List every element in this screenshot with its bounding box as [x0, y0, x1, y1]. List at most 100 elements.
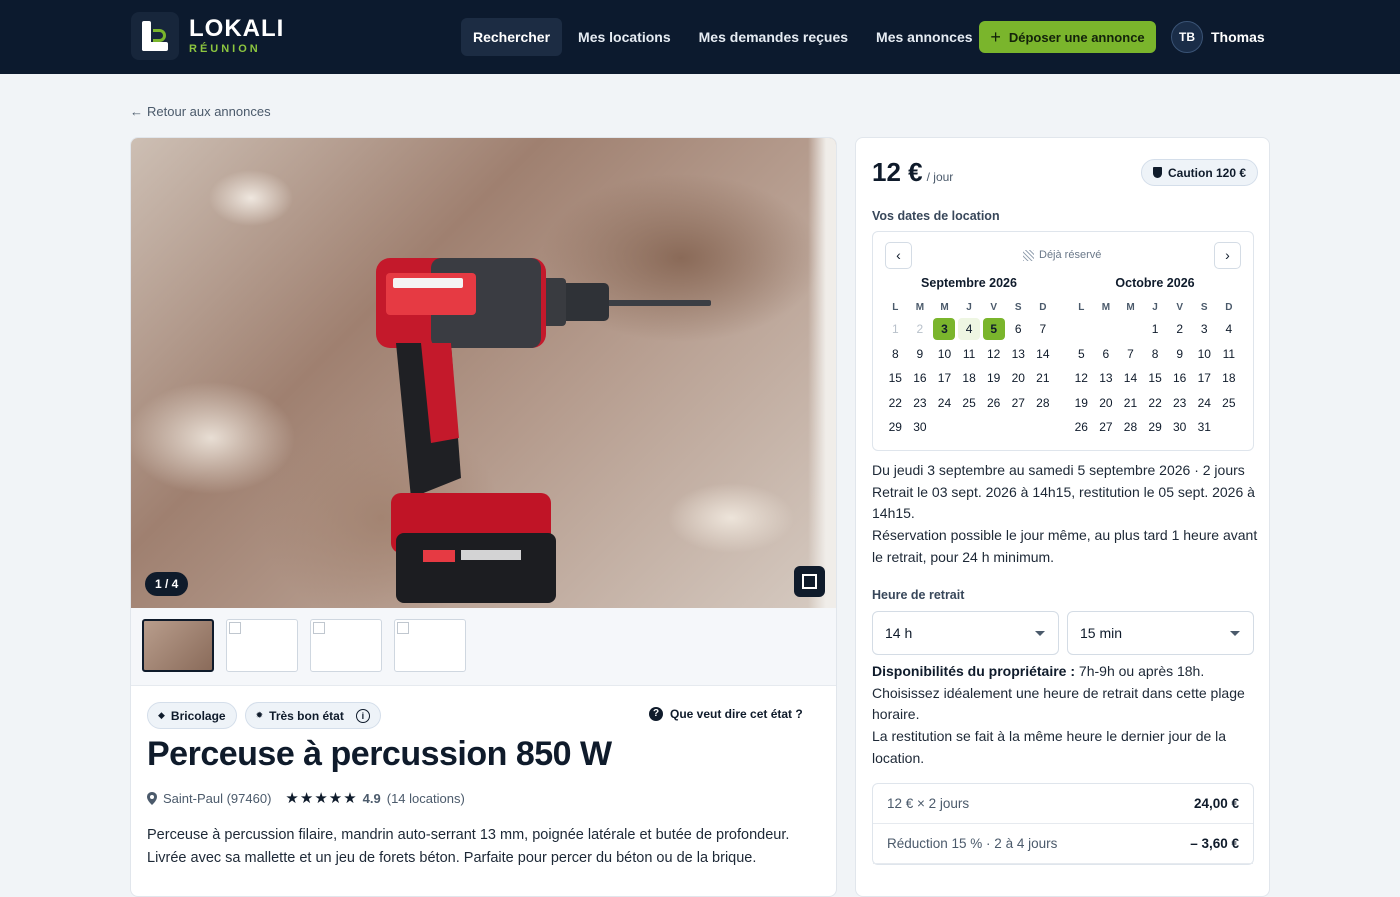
thumbnail-strip — [131, 608, 836, 686]
calendar-day[interactable]: 3 — [932, 318, 957, 343]
calendar-day[interactable]: 15 — [883, 367, 908, 392]
calendar-day[interactable]: 17 — [932, 367, 957, 392]
summary-line: Réservation possible le jour même, au pl… — [872, 527, 1258, 565]
calendar-day[interactable]: 6 — [1094, 343, 1119, 368]
calendar-day-number: 31 — [1197, 420, 1211, 435]
calendar-day[interactable]: 7 — [1118, 343, 1143, 368]
calendar-day[interactable]: 22 — [883, 392, 908, 417]
calendar-day[interactable]: 24 — [932, 392, 957, 417]
calendar-day[interactable]: 11 — [957, 343, 982, 368]
calendar-day[interactable]: 18 — [1217, 367, 1242, 392]
calendar-day[interactable]: 14 — [1031, 343, 1056, 368]
gallery-thumbnail[interactable] — [394, 619, 466, 672]
calendar-day[interactable]: 26 — [1069, 416, 1094, 441]
calendar-day[interactable]: 12 — [981, 343, 1006, 368]
star-icon: ★ — [343, 790, 357, 807]
gallery-thumbnail[interactable] — [310, 619, 382, 672]
calendar-day[interactable]: 31 — [1192, 416, 1217, 441]
calendar-day[interactable]: 15 — [1143, 367, 1168, 392]
calendar-day[interactable]: 20 — [1094, 392, 1119, 417]
calendar-day[interactable]: 27 — [1006, 392, 1031, 417]
calendar-day[interactable]: 23 — [908, 392, 933, 417]
calendar-day[interactable]: 11 — [1217, 343, 1242, 368]
calendar-day[interactable]: 23 — [1167, 392, 1192, 417]
calendar-day[interactable]: 10 — [932, 343, 957, 368]
calendar-day-number: 23 — [913, 395, 927, 410]
calendar-day[interactable]: 19 — [981, 367, 1006, 392]
calendar-day[interactable]: 4 — [957, 318, 982, 343]
calendar-day[interactable]: 20 — [1006, 367, 1031, 392]
calendar-day[interactable]: 2 — [1167, 318, 1192, 343]
product-photo[interactable]: 1 / 4 — [131, 138, 836, 608]
calendar-day[interactable]: 21 — [1031, 367, 1056, 392]
calendar-day[interactable]: 25 — [957, 392, 982, 417]
pickup-advice: Choisissez idéalement une heure de retra… — [872, 684, 1245, 723]
shield-icon — [1153, 167, 1162, 178]
calendar-day[interactable]: 7 — [1031, 318, 1056, 343]
calendar-day[interactable]: 28 — [1031, 392, 1056, 417]
calendar-day[interactable]: 21 — [1118, 392, 1143, 417]
condition-help-link[interactable]: ? Que veut dire cet état ? — [649, 707, 803, 721]
calendar-day[interactable]: 17 — [1192, 367, 1217, 392]
brand-logo[interactable]: LOKALI RÉUNION — [131, 12, 284, 60]
calendar-day[interactable]: 29 — [1143, 416, 1168, 441]
calendar-day[interactable]: 16 — [1167, 367, 1192, 392]
gallery-thumbnail[interactable] — [142, 619, 214, 672]
calendar-grid: L M M J V S D 1 2 3 4 5 6 7 8 9 10 11 12 13 14 15 16 17 18 19 20 21… — [1069, 298, 1241, 441]
calendar-day-number: 21 — [1036, 371, 1050, 386]
star-icon: ★ — [314, 790, 328, 807]
user-avatar[interactable]: TB — [1171, 21, 1203, 53]
nav-item-2[interactable]: Mes demandes reçues — [687, 18, 860, 56]
back-to-listings-link[interactable]: ← Retour aux annonces — [130, 104, 271, 119]
calendar-day-number: 20 — [1011, 371, 1025, 386]
post-listing-button[interactable]: + Déposer une annonce — [979, 21, 1156, 53]
calendar-day[interactable]: 29 — [883, 416, 908, 441]
calendar-day[interactable]: 24 — [1192, 392, 1217, 417]
calendar-day[interactable]: 30 — [908, 416, 933, 441]
pickup-minute-select[interactable]: 15 min — [1067, 611, 1254, 655]
calendar-day[interactable]: 30 — [1167, 416, 1192, 441]
nav-item-0[interactable]: Rechercher — [461, 18, 563, 56]
calendar-day[interactable]: 8 — [883, 343, 908, 368]
prev-month-button[interactable]: ‹ — [885, 242, 912, 269]
calendar-day[interactable]: 26 — [981, 392, 1006, 417]
calendar-day[interactable]: 8 — [1143, 343, 1168, 368]
calendar-day[interactable]: 14 — [1118, 367, 1143, 392]
user-name[interactable]: Thomas — [1211, 29, 1265, 45]
calendar-day-number: 23 — [1172, 395, 1187, 410]
fullscreen-button[interactable] — [794, 566, 825, 597]
calendar-day[interactable]: 9 — [908, 343, 933, 368]
calendar-day[interactable]: 5 — [981, 318, 1006, 343]
calendar-day[interactable]: 16 — [908, 367, 933, 392]
gallery-thumbnail[interactable] — [226, 619, 298, 672]
calendar-day[interactable]: 27 — [1094, 416, 1119, 441]
calendar-day[interactable]: 13 — [1006, 343, 1031, 368]
pickup-time-label: Heure de retrait — [872, 588, 965, 602]
calendar-day[interactable]: 9 — [1167, 343, 1192, 368]
calendar-day[interactable]: 25 — [1217, 392, 1242, 417]
calendar-day[interactable]: 12 — [1069, 367, 1094, 392]
calendar-day[interactable]: 18 — [957, 367, 982, 392]
calendar-day[interactable]: 28 — [1118, 416, 1143, 441]
broken-image-icon — [397, 622, 409, 634]
calendar-day[interactable]: 3 — [1192, 318, 1217, 343]
calendar-day[interactable]: 6 — [1006, 318, 1031, 343]
month-october: Octobre 2026 L M M J V S D 1 2 3 4 5 6 7 8 9 10 11 12 13 14 15… — [1069, 276, 1241, 441]
calendar-day[interactable]: 13 — [1094, 367, 1119, 392]
calendar-day[interactable]: 4 — [1217, 318, 1242, 343]
date-calendar: ‹ › Déjà réservé Septembre 2026 L M M J V S D 1 2… — [872, 231, 1254, 451]
nav-item-1[interactable]: Mes locations — [566, 18, 683, 56]
calendar-day[interactable]: 19 — [1069, 392, 1094, 417]
calendar-day[interactable]: 1 — [1143, 318, 1168, 343]
info-icon[interactable]: i — [355, 708, 370, 723]
photo-counter: 1 / 4 — [145, 572, 189, 596]
weekday-label: L — [892, 302, 899, 313]
nav-item-3[interactable]: Mes annonces — [864, 18, 984, 56]
calendar-day[interactable]: 22 — [1143, 392, 1168, 417]
calendar-day-number: 7 — [1127, 346, 1134, 361]
daily-price: 12 € / jour — [872, 157, 953, 188]
pickup-hour-select[interactable]: 14 h — [872, 611, 1059, 655]
next-month-button[interactable]: › — [1214, 242, 1241, 269]
calendar-day[interactable]: 10 — [1192, 343, 1217, 368]
calendar-day[interactable]: 5 — [1069, 343, 1094, 368]
